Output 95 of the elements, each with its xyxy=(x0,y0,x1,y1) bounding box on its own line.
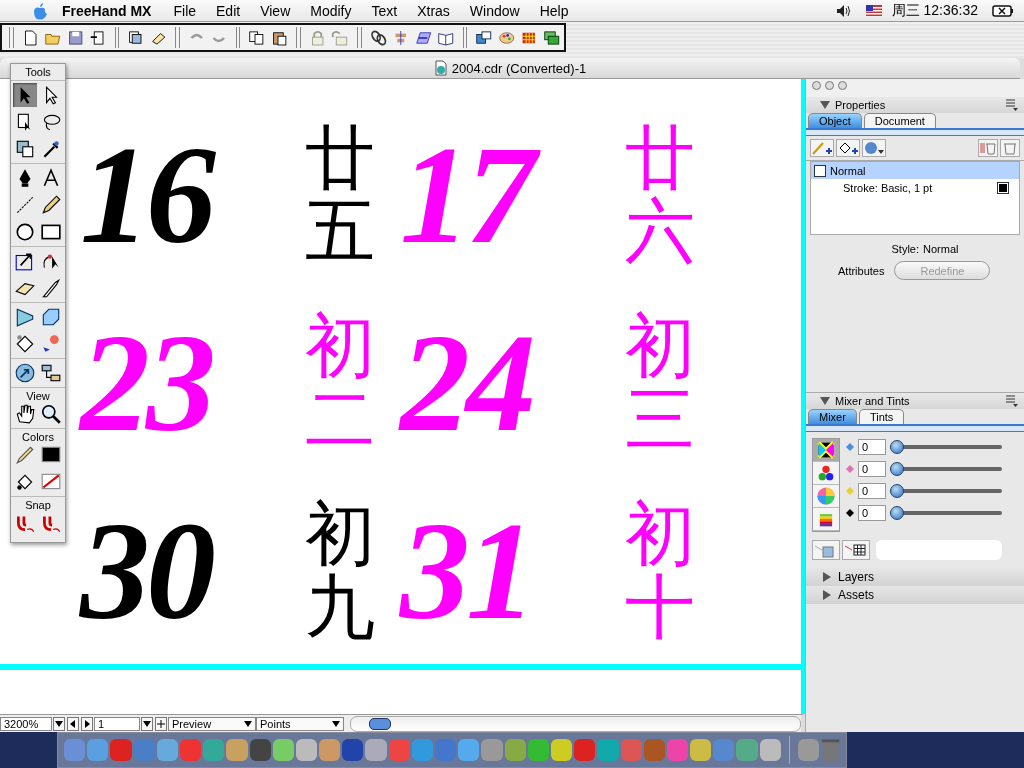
channel-diamond-icon xyxy=(846,465,854,473)
color-swatch-icon xyxy=(997,181,1009,194)
units-dropdown[interactable]: Points xyxy=(256,716,344,731)
palette-section-label: View xyxy=(26,390,50,402)
menu-item[interactable]: File xyxy=(173,2,197,19)
date-number: 17 xyxy=(400,125,625,265)
trash-icon[interactable] xyxy=(1000,139,1020,157)
menu-item[interactable]: Xtras xyxy=(417,2,450,19)
document-title: 2004.cdr (Converted)-1 xyxy=(451,60,587,76)
date-number: 24 xyxy=(400,313,533,453)
apple-icon[interactable] xyxy=(32,1,48,20)
add-page-icon[interactable] xyxy=(155,716,167,731)
date-number: 16 xyxy=(80,125,214,265)
add-to-grid-icon[interactable] xyxy=(842,540,870,560)
menu-item[interactable]: Text xyxy=(371,2,398,19)
collapse-triangle-icon[interactable] xyxy=(820,396,830,406)
slider-thumb[interactable] xyxy=(890,440,904,454)
lunar-date: 廿六 xyxy=(625,121,695,269)
flag-icon[interactable] xyxy=(865,5,882,16)
expand-triangle-icon[interactable] xyxy=(822,572,832,582)
slider-thumb[interactable] xyxy=(890,462,904,476)
pointer-icon[interactable] xyxy=(13,83,37,107)
panel-title[interactable]: Assets xyxy=(838,588,874,602)
add-fill-icon[interactable] xyxy=(836,139,860,157)
panel-title[interactable]: Layers xyxy=(838,570,875,584)
date-number: 23 xyxy=(80,313,214,453)
lunar-date: 初三 xyxy=(625,309,695,457)
channel-value-field[interactable]: 0 xyxy=(858,483,886,499)
add-stroke-icon[interactable] xyxy=(810,139,834,157)
next-page-icon[interactable] xyxy=(81,716,93,731)
trash-icon[interactable] xyxy=(978,139,998,157)
menu-item[interactable]: View xyxy=(260,2,291,19)
caret-icon xyxy=(332,720,340,727)
add-to-swatches-icon[interactable] xyxy=(812,540,840,560)
menu-item[interactable]: Modify xyxy=(310,2,352,19)
app-icon[interactable] xyxy=(550,739,573,761)
pencil-icon[interactable] xyxy=(39,193,63,217)
document-icon xyxy=(433,60,448,76)
menu-clock[interactable]: 周三 12:36:32 xyxy=(891,1,978,20)
channel-slider[interactable] xyxy=(890,440,1002,454)
channel-diamond-icon xyxy=(846,487,854,495)
attribute-row[interactable]: Stroke: Basic, 1 pt xyxy=(811,179,1019,196)
expand-triangle-icon[interactable] xyxy=(822,590,832,600)
channel-value-field[interactable]: 0 xyxy=(858,461,886,477)
palette-title: Tools xyxy=(25,66,51,78)
slider-thumb[interactable] xyxy=(890,484,904,498)
date-number: 30 xyxy=(80,501,214,641)
menu-item[interactable]: Edit xyxy=(216,2,241,19)
lunar-date: 初十 xyxy=(625,497,695,645)
channel-slider[interactable] xyxy=(890,462,1002,476)
magnifier-icon[interactable] xyxy=(39,402,63,426)
app-menu[interactable]: FreeHand MX xyxy=(62,2,152,19)
palette-section-label: Snap xyxy=(25,499,51,511)
style-label: Style: xyxy=(891,243,920,255)
view-mode-dropdown[interactable]: Preview xyxy=(168,716,256,731)
panel-title: Properties xyxy=(835,99,886,111)
checkbox-icon xyxy=(814,164,826,177)
lunar-date: 初九 xyxy=(305,497,375,645)
attributes-label: Attributes xyxy=(838,264,885,277)
caret-icon xyxy=(244,720,252,727)
lunar-date: 廿五 xyxy=(305,121,375,269)
attribute-row[interactable]: Normal xyxy=(811,162,1019,179)
horizontal-scrollbar[interactable] xyxy=(350,715,801,732)
collapse-triangle-icon[interactable] xyxy=(820,100,830,110)
system-mode-icon[interactable] xyxy=(813,508,839,531)
panel-tab[interactable]: Tints xyxy=(858,409,905,424)
previous-page-icon[interactable] xyxy=(67,716,79,731)
channel-slider[interactable] xyxy=(890,506,1002,520)
rgb-mode-icon[interactable] xyxy=(813,462,839,485)
slider-thumb[interactable] xyxy=(890,506,904,520)
palette-section-label: Colors xyxy=(22,431,54,443)
channel-slider[interactable] xyxy=(890,484,1002,498)
menu-item[interactable]: Window xyxy=(469,2,520,19)
channel-diamond-icon xyxy=(846,509,854,517)
speaker-icon[interactable] xyxy=(835,3,852,18)
panel-tab[interactable]: Document xyxy=(863,113,936,128)
menu-item[interactable]: Help xyxy=(539,2,569,19)
cmyk-mode-icon[interactable] xyxy=(813,439,839,462)
channel-value-field[interactable]: 0 xyxy=(858,505,886,521)
battery-icon[interactable] xyxy=(992,4,1014,17)
panel-tab[interactable]: Mixer xyxy=(808,409,857,424)
lunar-date: 初二 xyxy=(305,309,375,457)
attribute-label: Stroke: Basic, 1 pt xyxy=(843,181,933,194)
attribute-label: Normal xyxy=(830,164,866,177)
channel-value-field[interactable]: 0 xyxy=(858,439,886,455)
panel-menu-icon[interactable] xyxy=(1006,99,1018,111)
panel-title: Mixer and Tints xyxy=(835,395,910,407)
panel-tab[interactable]: Object xyxy=(808,113,862,128)
channel-diamond-icon xyxy=(846,443,854,451)
style-value: Normal xyxy=(923,243,959,255)
page-field[interactable]: 1 xyxy=(94,716,140,731)
arrow-circle-icon[interactable] xyxy=(13,361,37,385)
panel-menu-icon[interactable] xyxy=(1006,395,1018,407)
date-number: 31 xyxy=(400,501,533,641)
zoom-field[interactable]: 3200% xyxy=(0,716,52,731)
